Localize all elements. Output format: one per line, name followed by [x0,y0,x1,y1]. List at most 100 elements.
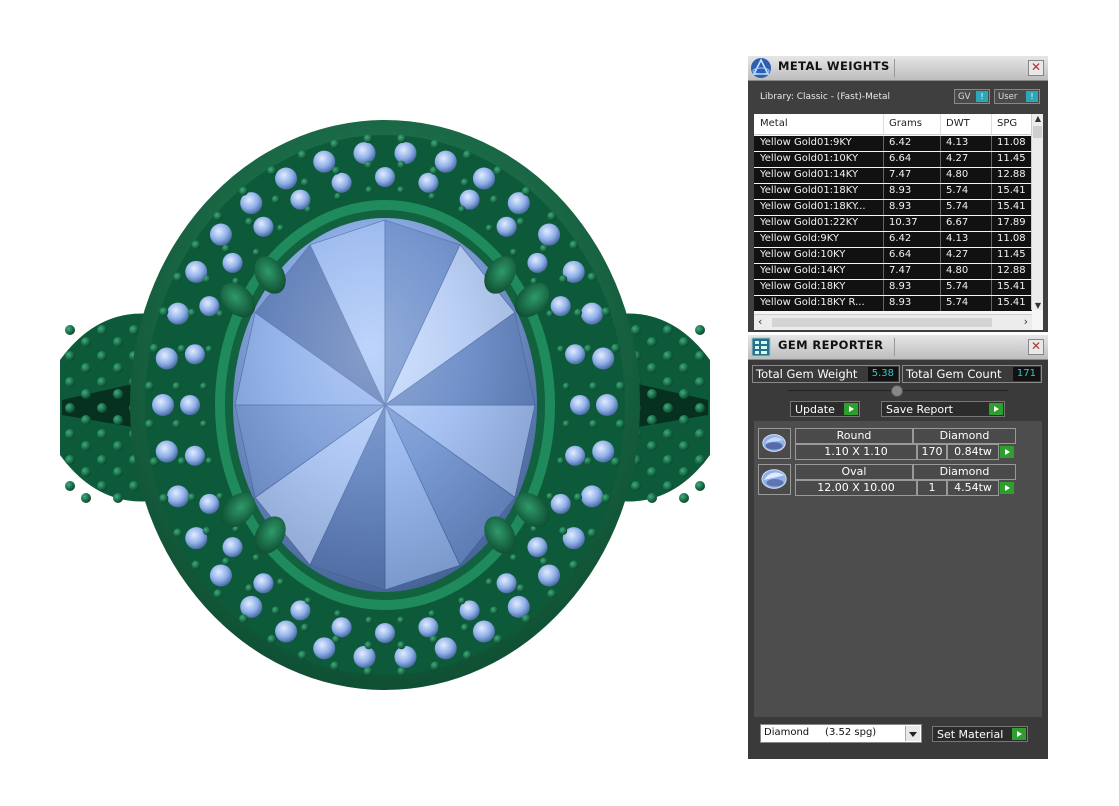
update-button[interactable]: Update [790,401,860,417]
set-material-button[interactable]: Set Material [932,726,1028,742]
dropdown-arrow-icon[interactable] [905,726,920,741]
vertical-scrollbar[interactable]: ▲ ▼ [1031,114,1043,310]
gem-size: 1.10 X 1.10 [795,444,917,460]
table-row[interactable]: Yellow Gold01:18KY... 8.93 5.74 15.41 [754,200,1032,215]
round-gem-icon [758,428,791,459]
column-header-spg[interactable]: SPG [997,118,1017,129]
save-report-button[interactable]: Save Report [881,401,1005,417]
play-icon [989,403,1003,415]
ring-render-viewport[interactable] [40,110,730,710]
gem-weight: 0.84tw [947,444,999,460]
table-cell: 11.45 [997,153,1026,164]
gem-row-oval[interactable]: Oval Diamond 12.00 X 10.00 1 4.54tw [758,463,1018,497]
table-row[interactable]: Yellow Gold:9KY 6.42 4.13 11.08 [754,232,1032,247]
table-cell: Yellow Gold:10KY [760,249,846,260]
column-header-dwt[interactable]: DWT [946,118,970,129]
table-cell: 8.93 [889,185,912,196]
splitter-handle-icon[interactable] [891,385,903,397]
table-cell: 4.13 [946,233,969,244]
panel-title: METAL WEIGHTS [778,59,890,73]
gem-list: Round Diamond 1.10 X 1.10 170 0.84tw Ova… [754,421,1042,717]
play-icon[interactable] [1000,482,1014,494]
table-cell: 4.80 [946,169,969,180]
table-cell: 12.88 [997,265,1026,276]
play-icon [1012,728,1026,740]
table-cell: Yellow Gold:18KY [760,281,846,292]
column-header-grams[interactable]: Grams [889,118,922,129]
close-icon[interactable]: ✕ [1028,60,1044,76]
gem-material: Diamond [913,428,1016,444]
table-cell: 8.93 [889,201,912,212]
material-select[interactable]: Diamond (3.52 spg) [760,724,922,743]
gv-toggle-button[interactable]: GV ! [954,89,990,104]
table-row[interactable]: Yellow Gold01:22KY 10.37 6.67 17.89 [754,216,1032,231]
scroll-up-icon[interactable]: ▲ [1033,114,1043,123]
gv-indicator-icon: ! [976,91,988,102]
table-cell: 7.47 [889,169,912,180]
total-gem-count-value: 171 [1012,367,1040,381]
user-indicator-icon: ! [1026,91,1038,102]
table-row[interactable]: Yellow Gold01:18KY 8.93 5.74 15.41 [754,184,1032,199]
table-cell: Yellow Gold01:22KY [760,217,859,228]
table-row[interactable]: Yellow Gold:18KY R... 8.93 5.74 15.41 [754,296,1032,311]
table-cell: Yellow Gold:9KY [760,233,839,244]
splitter[interactable] [788,385,1008,397]
close-icon[interactable]: ✕ [1028,339,1044,355]
total-gem-weight: Total Gem Weight 5.38 [752,365,900,383]
scroll-down-icon[interactable]: ▼ [1033,301,1043,310]
table-row[interactable]: Yellow Gold:14KY 7.47 4.80 12.88 [754,264,1032,279]
gem-material: Diamond [913,464,1016,480]
gem-shape: Oval [795,464,913,480]
app-logo-icon [751,58,771,78]
panel-title: GEM REPORTER [778,338,884,352]
table-header: Metal Grams DWT SPG [754,114,1032,135]
table-cell: 4.13 [946,137,969,148]
table-cell: 11.45 [997,249,1026,260]
play-icon [844,403,858,415]
library-label: Library: Classic - (Fast)-Metal [760,92,891,102]
oval-gem-icon [758,464,791,495]
table-row[interactable]: Yellow Gold:18KY 8.93 5.74 15.41 [754,280,1032,295]
metal-weights-titlebar[interactable]: METAL WEIGHTS ✕ [748,56,1048,81]
scroll-right-icon[interactable]: › [1024,315,1028,328]
table-row[interactable]: Yellow Gold:10KY 6.64 4.27 11.45 [754,248,1032,263]
table-cell: 5.74 [946,201,969,212]
total-gem-count: Total Gem Count 171 [902,365,1042,383]
table-cell: 5.74 [946,281,969,292]
metal-weights-table: Metal Grams DWT SPG Yellow Gold01:9KY 6.4… [754,114,1043,330]
gem-reporter-titlebar[interactable]: GEM REPORTER ✕ [748,335,1048,360]
gem-count: 170 [917,444,947,460]
user-toggle-button[interactable]: User ! [994,89,1040,104]
horizontal-scrollbar[interactable]: ‹ › [754,314,1032,330]
column-header-metal[interactable]: Metal [760,118,788,129]
table-cell: 11.08 [997,137,1026,148]
gem-weight: 4.54tw [947,480,999,496]
gem-size: 12.00 X 10.00 [795,480,917,496]
gem-count: 1 [917,480,947,496]
gem-row-round[interactable]: Round Diamond 1.10 X 1.10 170 0.84tw [758,427,1018,461]
table-row[interactable]: Yellow Gold01:14KY 7.47 4.80 12.88 [754,168,1032,183]
metal-weights-panel: METAL WEIGHTS ✕ Library: Classic - (Fast… [748,56,1048,332]
gem-reporter-panel: GEM REPORTER ✕ Total Gem Weight 5.38 Tot… [748,335,1048,759]
table-cell: 8.93 [889,297,912,308]
table-cell: 10.37 [889,217,918,228]
table-cell: 15.41 [997,185,1026,196]
table-row[interactable]: Yellow Gold01:10KY 6.64 4.27 11.45 [754,152,1032,167]
play-icon[interactable] [1000,446,1014,458]
table-cell: 15.41 [997,201,1026,212]
table-cell: 6.67 [946,217,969,228]
table-cell: 4.80 [946,265,969,276]
table-cell: Yellow Gold01:18KY... [760,201,866,212]
gem-shape: Round [795,428,913,444]
table-cell: 4.27 [946,153,969,164]
scroll-left-icon[interactable]: ‹ [758,315,762,328]
table-cell: 4.27 [946,249,969,260]
table-cell: 6.64 [889,249,912,260]
table-cell: 11.08 [997,233,1026,244]
table-cell: 7.47 [889,265,912,276]
table-cell: 6.42 [889,233,912,244]
table-cell: 6.64 [889,153,912,164]
table-row[interactable]: Yellow Gold01:9KY 6.42 4.13 11.08 [754,136,1032,151]
table-cell: 5.74 [946,185,969,196]
table-cell: Yellow Gold01:10KY [760,153,859,164]
